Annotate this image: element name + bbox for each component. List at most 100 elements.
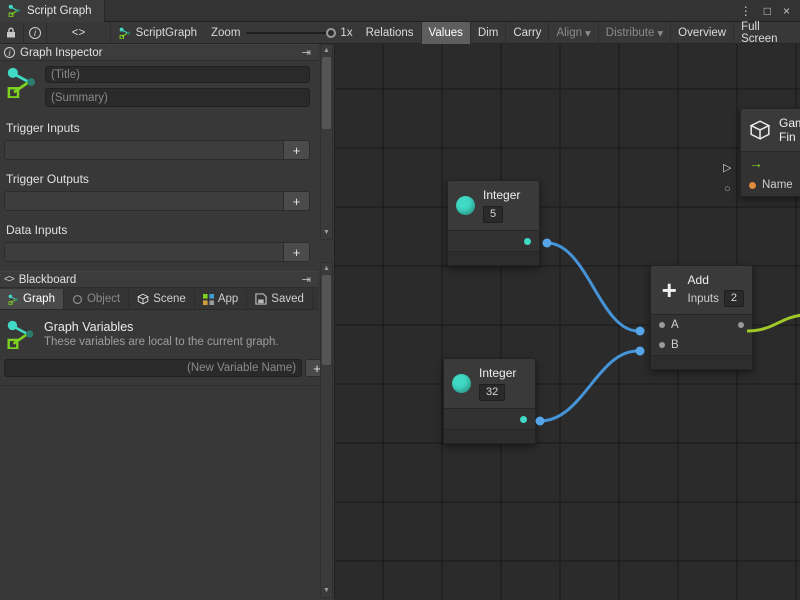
output-port[interactable] xyxy=(524,238,531,245)
saved-tab-icon xyxy=(255,293,267,305)
output-port[interactable] xyxy=(738,322,744,328)
scroll-down-icon[interactable]: ▼ xyxy=(323,585,330,597)
node-title-line2: Fin xyxy=(779,130,800,144)
gameobject-cube-icon xyxy=(749,119,771,141)
relations-button[interactable]: Relations xyxy=(359,22,422,44)
scroll-down-icon[interactable]: ▼ xyxy=(323,227,330,239)
trigger-outputs-list: + xyxy=(4,191,310,211)
add-trigger-output-button[interactable]: + xyxy=(283,192,309,210)
node-integer-2[interactable]: Integer 32 xyxy=(443,358,536,444)
node-title: Integer xyxy=(479,366,516,380)
blackboard-scrollbar[interactable]: ▲ ▼ xyxy=(320,262,333,598)
node-integer-1[interactable]: Integer 5 xyxy=(447,180,540,266)
wire-int5-to-a xyxy=(547,243,638,331)
node-add[interactable]: + Add Inputs 2 A B xyxy=(650,265,753,370)
script-graph-icon xyxy=(8,4,21,17)
flow-output-icon: → xyxy=(749,157,763,169)
dock-icon[interactable]: ⇥ xyxy=(299,273,314,286)
fullscreen-button[interactable]: Full Screen xyxy=(734,22,800,44)
trigger-outputs-label: Trigger Outputs xyxy=(0,162,334,189)
blackboard-icon: <> xyxy=(4,274,14,285)
overview-button[interactable]: Overview xyxy=(671,22,734,44)
blackboard-tabs: Graph Object Scene App Saved xyxy=(0,288,318,310)
chevron-down-icon: ▾ xyxy=(585,26,591,40)
node-partial[interactable]: Gam Fin → Name xyxy=(740,108,800,197)
add-trigger-input-button[interactable]: + xyxy=(283,141,309,159)
integer-value-field[interactable]: 32 xyxy=(479,384,505,401)
graph-summary-input[interactable] xyxy=(45,88,310,107)
object-tab-icon xyxy=(72,294,83,305)
scrollbar-thumb[interactable] xyxy=(322,275,331,365)
tab-scene[interactable]: Scene xyxy=(129,289,195,309)
scrollbar-thumb[interactable] xyxy=(322,57,331,129)
values-button[interactable]: Values xyxy=(422,22,471,44)
carry-button[interactable]: Carry xyxy=(506,22,549,44)
graph-tab-icon xyxy=(8,294,19,305)
window-titlebar: Script Graph ⋮ □ × xyxy=(0,0,800,22)
maximize-icon[interactable]: □ xyxy=(764,4,771,18)
graph-toolbar: i <> ScriptGraph Zoom 1x Relations Value… xyxy=(0,22,800,44)
port-b-label: B xyxy=(671,339,679,351)
name-input-port[interactable] xyxy=(749,182,756,189)
node-title: Integer xyxy=(483,188,520,202)
scene-tab-icon xyxy=(137,293,149,305)
inspect-button[interactable]: i xyxy=(24,22,48,44)
graph-inspector-header: i Graph Inspector ⇥ xyxy=(0,44,318,61)
graph-title-input[interactable] xyxy=(45,66,310,83)
tab-title: Script Graph xyxy=(27,5,92,17)
trigger-inputs-list: + xyxy=(4,140,310,160)
scroll-up-icon[interactable]: ▲ xyxy=(323,45,330,57)
tab-script-graph[interactable]: Script Graph xyxy=(0,0,105,22)
wire-endpoint xyxy=(543,239,552,248)
graph-variables-subtitle: These variables are local to the current… xyxy=(44,336,279,348)
dock-icon[interactable]: ⇥ xyxy=(299,46,314,59)
lock-icon xyxy=(6,27,16,38)
add-icon: + xyxy=(659,278,680,302)
data-inputs-list: + xyxy=(4,242,310,262)
input-port-a[interactable] xyxy=(659,322,665,328)
name-port-label: Name xyxy=(762,179,793,191)
trigger-inputs-label: Trigger Inputs xyxy=(0,111,334,138)
wire-add-output xyxy=(747,315,800,331)
align-button[interactable]: Align ▾ xyxy=(549,22,598,44)
zoom-value: 1x xyxy=(340,27,352,39)
blackboard-header: <> Blackboard ⇥ xyxy=(0,271,318,288)
sidebar: i Graph Inspector ⇥ Trigger Inputs + Tri… xyxy=(0,44,335,600)
new-variable-input[interactable] xyxy=(4,359,302,377)
source-code-button[interactable]: <> xyxy=(47,22,110,44)
node-title-line1: Gam xyxy=(779,116,800,130)
inputs-count-field[interactable]: 2 xyxy=(724,290,744,307)
graph-inspector-icon xyxy=(6,66,38,98)
integer-type-icon xyxy=(452,374,471,393)
tab-app[interactable]: App xyxy=(195,289,247,309)
value-input-port[interactable]: ○ xyxy=(724,183,731,195)
scroll-up-icon[interactable]: ▲ xyxy=(323,263,330,275)
inspector-scrollbar[interactable]: ▲ ▼ xyxy=(320,44,333,240)
code-icon: <> xyxy=(72,27,85,39)
dim-button[interactable]: Dim xyxy=(471,22,506,44)
wire-endpoint xyxy=(636,327,645,336)
zoom-slider[interactable] xyxy=(246,32,334,34)
flow-input-port[interactable]: ▷ xyxy=(723,161,731,174)
distribute-button[interactable]: Distribute ▾ xyxy=(599,22,671,44)
wire-endpoint xyxy=(536,417,545,426)
zoom-label: Zoom xyxy=(211,27,240,39)
info-icon: i xyxy=(4,47,15,58)
close-icon[interactable]: × xyxy=(783,4,790,18)
port-a-label: A xyxy=(671,319,679,331)
tab-graph[interactable]: Graph xyxy=(0,289,64,309)
output-port[interactable] xyxy=(520,416,527,423)
add-data-input-button[interactable]: + xyxy=(283,243,309,261)
zoom-slider-knob[interactable] xyxy=(326,28,336,38)
inputs-label: Inputs xyxy=(688,293,719,305)
tab-saved[interactable]: Saved xyxy=(247,289,313,309)
node-title: Add xyxy=(688,273,744,287)
integer-value-field[interactable]: 5 xyxy=(483,206,503,223)
input-port-b[interactable] xyxy=(659,342,665,348)
lock-button[interactable] xyxy=(0,22,24,44)
graph-inspector-title: Graph Inspector xyxy=(20,47,102,59)
tab-object[interactable]: Object xyxy=(64,289,129,309)
graph-canvas[interactable]: Integer 5 Integer 32 + xyxy=(335,44,800,600)
window-menu-icon[interactable]: ⋮ xyxy=(740,4,752,18)
graph-icon xyxy=(119,27,131,39)
